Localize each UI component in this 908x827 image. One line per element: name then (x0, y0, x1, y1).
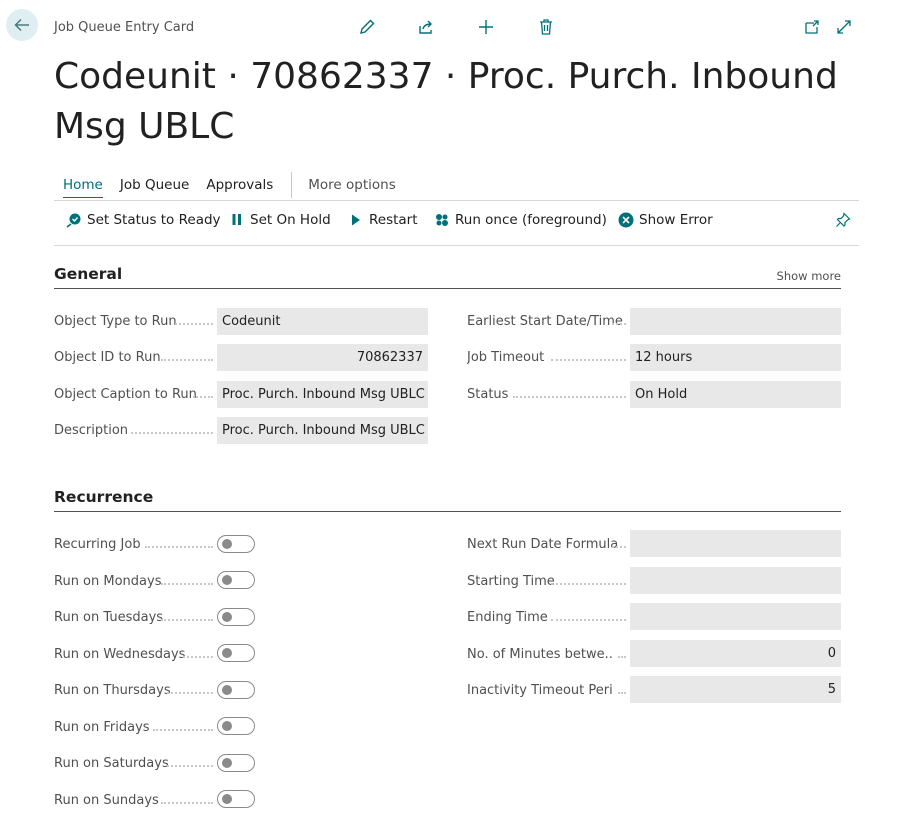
error-icon (618, 212, 634, 228)
tab-home[interactable]: Home (63, 173, 103, 198)
show-more-link[interactable]: Show more (777, 269, 841, 283)
run-on-saturdays-toggle[interactable] (217, 754, 255, 772)
inactivity-timeout-label: Inactivity Timeout Peri... (467, 683, 612, 698)
pin-icon (835, 212, 851, 228)
set-on-hold-button[interactable]: Set On Hold (229, 212, 331, 228)
status-ready-icon (66, 212, 82, 228)
leader-dots (161, 801, 213, 804)
share-button[interactable] (415, 16, 437, 38)
run-on-sundays-toggle[interactable] (217, 790, 255, 808)
next-run-formula-field[interactable] (630, 530, 841, 557)
recurrence-section-title[interactable]: Recurrence (54, 488, 153, 506)
leader-dots (612, 545, 626, 548)
expand-button[interactable] (833, 16, 855, 38)
restart-label: Restart (369, 212, 418, 228)
leader-dots (513, 395, 626, 398)
tab-job-queue[interactable]: Job Queue (120, 173, 189, 197)
tab-more-options[interactable]: More options (308, 173, 395, 197)
plus-icon (479, 20, 493, 34)
pin-action-bar-button[interactable] (835, 212, 856, 228)
earliest-start-field[interactable] (630, 308, 841, 335)
new-button[interactable] (475, 16, 497, 38)
recurring-job-toggle[interactable] (217, 535, 255, 553)
leader-dots (618, 691, 626, 694)
leader-dots (193, 395, 213, 398)
breadcrumb: Job Queue Entry Card (54, 20, 195, 35)
recurrence-section-divider (54, 511, 841, 512)
minutes-between-runs-label: No. of Minutes betwe... (467, 647, 612, 662)
open-new-window-button[interactable] (801, 16, 823, 38)
tab-approvals[interactable]: Approvals (206, 173, 273, 197)
status-field: On Hold (630, 381, 841, 408)
leader-dots (551, 358, 626, 361)
run-on-fridays-toggle[interactable] (217, 717, 255, 735)
open-in-new-icon (805, 20, 819, 34)
leader-dots (618, 655, 626, 658)
run-on-tuesdays-toggle[interactable] (217, 608, 255, 626)
share-icon (419, 20, 432, 34)
leader-dots (161, 358, 213, 361)
inactivity-timeout-field[interactable]: 5 (630, 676, 841, 703)
leader-dots (175, 322, 213, 325)
minutes-between-runs-field[interactable]: 0 (630, 640, 841, 667)
show-error-button[interactable]: Show Error (618, 212, 713, 228)
leader-dots (551, 618, 626, 621)
run-once-label: Run once (foreground) (455, 212, 607, 228)
leader-dots (131, 431, 213, 434)
delete-button[interactable] (535, 16, 557, 38)
ending-time-field[interactable] (630, 603, 841, 630)
restart-button[interactable]: Restart (348, 212, 418, 228)
action-bar: Set Status to Ready Set On Hold Restart … (54, 200, 859, 246)
starting-time-field[interactable] (630, 567, 841, 594)
leader-dots (551, 582, 626, 585)
leader-dots (161, 582, 213, 585)
run-on-thursdays-toggle[interactable] (217, 681, 255, 699)
run-once-icon (434, 212, 450, 228)
next-run-formula-label: Next Run Date Formula (467, 537, 619, 552)
object-caption-field: Proc. Purch. Inbound Msg UBLC (217, 381, 428, 408)
set-status-ready-label: Set Status to Ready (87, 212, 221, 228)
pencil-icon (360, 19, 375, 34)
general-section-divider (54, 288, 841, 289)
leader-dots (612, 322, 626, 325)
general-section-title[interactable]: General (54, 265, 122, 283)
page-title: Codeunit · 70862337 · Proc. Purch. Inbou… (54, 56, 838, 147)
leader-dots (161, 618, 213, 621)
set-on-hold-label: Set On Hold (250, 212, 331, 228)
earliest-start-label: Earliest Start Date/Time (467, 314, 623, 329)
leader-dots (153, 728, 213, 731)
object-id-field[interactable]: 70862337 (217, 344, 428, 371)
pause-icon (229, 212, 245, 228)
run-on-wednesdays-toggle[interactable] (217, 644, 255, 662)
object-type-field[interactable]: Codeunit (217, 308, 428, 335)
arrow-left-icon (14, 18, 29, 32)
job-timeout-field[interactable]: 12 hours (630, 344, 841, 371)
tab-separator (291, 172, 293, 198)
show-error-label: Show Error (639, 212, 713, 228)
run-on-mondays-toggle[interactable] (217, 571, 255, 589)
edit-button[interactable] (356, 16, 378, 38)
leader-dots (167, 764, 213, 767)
action-tabs: Home Job Queue Approvals More options (54, 170, 413, 200)
description-field[interactable]: Proc. Purch. Inbound Msg UBLC (217, 417, 428, 444)
run-once-button[interactable]: Run once (foreground) (434, 212, 607, 228)
play-icon (348, 212, 364, 228)
expand-icon (837, 20, 851, 34)
back-button[interactable] (6, 9, 38, 41)
leader-dots (145, 545, 213, 548)
leader-dots (167, 691, 213, 694)
leader-dots (183, 655, 213, 658)
object-caption-label: Object Caption to Run (54, 387, 197, 402)
set-status-ready-button[interactable]: Set Status to Ready (66, 212, 221, 228)
trash-icon (540, 19, 552, 35)
